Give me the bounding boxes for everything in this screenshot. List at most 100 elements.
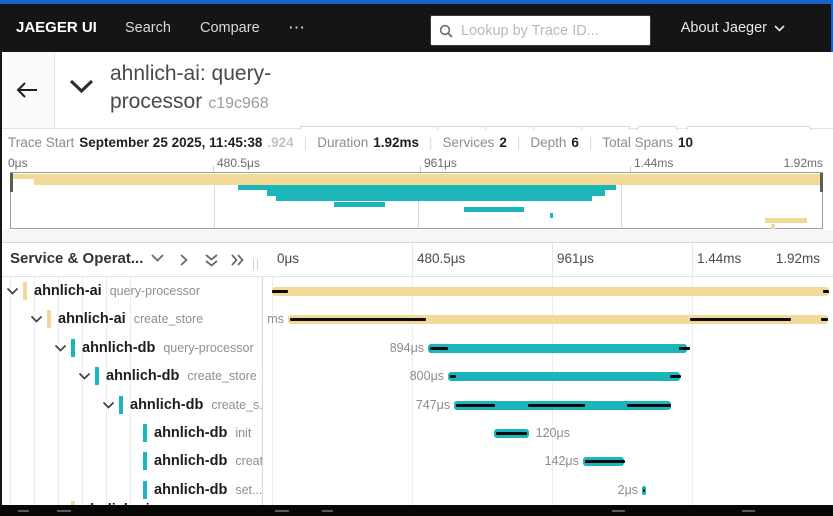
divider: | xyxy=(516,135,521,150)
about-jaeger-menu[interactable]: About Jaeger xyxy=(681,4,785,52)
service-color-bar xyxy=(143,424,147,442)
span-name-column: ahnlich-ai query-processor ahnlich-ai creat… xyxy=(0,277,263,516)
operation-name: init xyxy=(235,426,252,440)
detail-ruler-tick-label: 1.92ms xyxy=(775,251,820,266)
brand-link[interactable]: JAEGER UI xyxy=(16,4,97,52)
minimap-span-bar[interactable] xyxy=(267,190,606,196)
span-duration-label: ms xyxy=(267,312,284,327)
minimap-left-scrubber[interactable] xyxy=(10,173,13,192)
ruler-tick-label: 961μs xyxy=(424,156,457,170)
span-duration-bar[interactable] xyxy=(272,287,829,296)
span-row[interactable]: 120μs xyxy=(263,419,833,447)
span-name: ahnlich-db create xyxy=(154,452,263,470)
span-duration-bar[interactable] xyxy=(428,343,688,353)
tree-chevron-down-icon[interactable] xyxy=(102,401,115,410)
minimap-span-bar[interactable] xyxy=(276,196,592,202)
tree-row[interactable]: ahnlich-db create_store xyxy=(0,362,262,390)
span-self-time-overlay xyxy=(669,375,681,379)
tree-row[interactable]: ahnlich-db create xyxy=(0,447,263,475)
tree-chevron-down-icon[interactable] xyxy=(30,315,43,324)
trace-start-value: September 25 2025, 11:45:38 xyxy=(79,135,263,150)
span-duration-bar[interactable] xyxy=(448,372,681,382)
minimap-viewport[interactable] xyxy=(10,172,823,229)
search-input[interactable] xyxy=(459,21,642,40)
span-name: ahnlich-db init xyxy=(154,424,251,442)
span-self-time-overlay xyxy=(289,318,426,322)
span-row[interactable] xyxy=(263,277,833,305)
trace-id-search[interactable] xyxy=(430,15,651,46)
services-label: Services xyxy=(442,135,495,150)
minimap-span-bar[interactable] xyxy=(334,201,385,207)
trace-span-rows: ahnlich-ai query-processor ahnlich-ai creat… xyxy=(0,277,833,516)
depth-label: Depth xyxy=(530,135,567,150)
minimap-span-bar[interactable] xyxy=(549,212,554,218)
full-timeline-ruler: 0μs 480.5μs 961μs 1.44ms 1.92ms xyxy=(0,155,833,172)
collapse-trace-chevron[interactable] xyxy=(68,78,95,94)
divider: | xyxy=(429,135,433,150)
tree-row[interactable]: ahnlich-db query-processor xyxy=(0,334,262,362)
span-name: ahnlich-db create_s... xyxy=(130,396,262,414)
window-bottom-edge xyxy=(0,505,833,516)
window-edge-dash xyxy=(275,510,289,512)
span-name: ahnlich-db query-processor xyxy=(82,339,254,357)
timeline-section-header: Service & Operat... 0μs 480.5μs 961μs 1.44m… xyxy=(0,243,833,277)
trace-summary-bar: Trace Start September 25 2025, 11:45:38 … xyxy=(0,130,833,155)
operation-name: create xyxy=(235,454,263,469)
total-spans-label: Total Spans xyxy=(602,135,673,150)
span-self-time-overlay xyxy=(678,346,690,350)
minimap-span-bar[interactable] xyxy=(771,223,775,229)
span-name: ahnlich-ai query-processor xyxy=(34,282,200,300)
span-duration-label: 747μs xyxy=(415,397,451,412)
minimap-span-bar[interactable] xyxy=(463,207,524,213)
ruler-tick-label: 1.92ms xyxy=(783,156,823,170)
tree-row[interactable]: ahnlich-ai query-processor xyxy=(0,277,262,305)
minimap-right-scrubber[interactable] xyxy=(820,173,823,192)
span-name: ahnlich-db create_store xyxy=(106,367,257,385)
chevron-right-icon[interactable] xyxy=(179,253,189,267)
span-name: ahnlich-ai create_store xyxy=(58,310,203,328)
chevron-down-icon[interactable] xyxy=(150,253,165,263)
tree-row[interactable]: ahnlich-db create_s... xyxy=(0,391,262,419)
span-row[interactable]: 142μs xyxy=(263,447,833,475)
double-chevron-right-icon[interactable] xyxy=(230,253,245,267)
span-row[interactable]: 894μs xyxy=(263,334,833,362)
detail-ruler-tick-label: 0μs xyxy=(277,251,300,266)
minimap-span-bar[interactable] xyxy=(11,173,822,179)
minimap-gap-band xyxy=(0,230,833,243)
span-row[interactable]: ms xyxy=(263,305,833,333)
window-edge-dash xyxy=(742,510,755,512)
duration-label: Duration xyxy=(317,135,369,150)
header-cell-border xyxy=(412,243,413,276)
header-cell-border xyxy=(692,243,693,276)
tree-chevron-down-icon[interactable] xyxy=(78,372,91,381)
tree-chevron-down-icon[interactable] xyxy=(54,344,67,353)
span-row[interactable]: 747μs xyxy=(263,391,833,419)
trace-page-header: ahnlich-ai: query-processorc19c968 ? xyxy=(0,52,833,160)
trace-start-label: Trace Start xyxy=(8,135,75,150)
back-button[interactable] xyxy=(0,52,55,128)
nav-overflow-menu[interactable]: ⋯ xyxy=(288,4,305,52)
column-resizer-handle[interactable] xyxy=(253,259,261,270)
minimap-span-bar[interactable] xyxy=(34,179,821,185)
minimap-span-bar[interactable] xyxy=(764,218,808,224)
tree-row[interactable]: ahnlich-db init xyxy=(0,419,262,447)
service-name: ahnlich-db xyxy=(130,396,204,413)
tree-chevron-down-icon[interactable] xyxy=(6,287,19,296)
operation-name: query-processor xyxy=(109,284,201,298)
search-icon xyxy=(439,24,453,38)
nav-item-search[interactable]: Search xyxy=(125,4,171,52)
minimap-span-bar[interactable] xyxy=(238,184,616,191)
depth-value: 6 xyxy=(571,135,579,150)
span-self-time-overlay xyxy=(584,460,625,464)
services-value: 2 xyxy=(499,135,507,150)
tree-row[interactable]: ahnlich-ai create_store xyxy=(0,305,262,333)
service-color-bar xyxy=(143,452,147,471)
span-duration-label: 894μs xyxy=(389,340,425,355)
span-row[interactable]: 800μs xyxy=(263,362,833,390)
timeline-minimap[interactable] xyxy=(0,172,833,230)
nav-item-compare[interactable]: Compare xyxy=(200,4,260,52)
ruler-tick-label: 480.5μs xyxy=(217,156,260,170)
span-self-time-overlay xyxy=(642,488,645,492)
trace-start-fraction: .924 xyxy=(267,135,294,150)
double-chevron-down-icon[interactable] xyxy=(204,253,219,268)
